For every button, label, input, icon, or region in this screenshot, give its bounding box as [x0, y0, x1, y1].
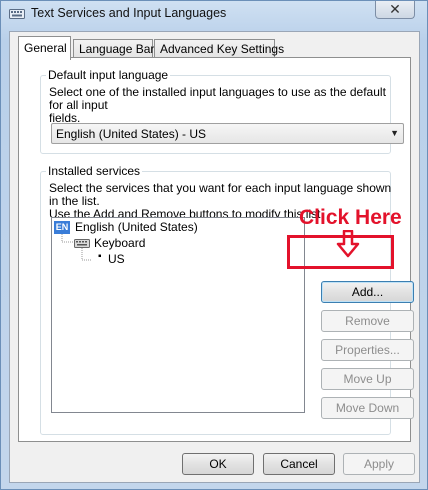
keyboard-icon	[74, 237, 90, 252]
ok-button[interactable]: OK	[182, 453, 254, 475]
services-tree[interactable]: EN English (United States) Keyboard ▪ US	[51, 217, 305, 413]
installed-services-description-line1: Select the services that you want for ea…	[49, 181, 392, 208]
apply-button[interactable]: Apply	[343, 453, 415, 475]
close-button[interactable]: ✕	[375, 1, 415, 19]
properties-button[interactable]: Properties...	[321, 339, 414, 361]
tab-general[interactable]: General	[18, 36, 71, 60]
move-up-button[interactable]: Move Up	[321, 368, 414, 390]
tab-advanced-key-settings[interactable]: Advanced Key Settings	[154, 39, 284, 59]
add-button[interactable]: Add...	[321, 281, 414, 303]
cancel-button[interactable]: Cancel	[263, 453, 335, 475]
default-input-language-group: Default input language Select one of the…	[40, 68, 404, 154]
title-bar[interactable]: Text Services and Input Languages ✕	[1, 1, 427, 27]
default-language-dropdown[interactable]: English (United States) - US ▼	[51, 123, 404, 144]
default-input-description: Select one of the installed input langua…	[49, 86, 389, 125]
window-title: Text Services and Input Languages	[31, 6, 227, 20]
tab-language-bar[interactable]: Language Bar	[73, 39, 154, 59]
bullet-icon: ▪	[98, 251, 102, 262]
chevron-down-icon: ▼	[390, 128, 399, 138]
default-language-value: English (United States) - US	[56, 127, 207, 141]
default-input-description-line1: Select one of the installed input langua…	[49, 85, 386, 112]
move-down-button[interactable]: Move Down	[321, 397, 414, 419]
dialog-window: Text Services and Input Languages ✕ Gene…	[0, 0, 428, 490]
click-here-annotation: Click Here	[299, 206, 402, 229]
tree-layout-label: US	[108, 252, 125, 266]
add-button-highlight	[287, 235, 394, 269]
close-icon: ✕	[389, 1, 401, 17]
remove-button[interactable]: Remove	[321, 310, 414, 332]
installed-services-label: Installed services	[46, 164, 143, 178]
keyboard-app-icon	[9, 6, 25, 20]
default-input-language-label: Default input language	[46, 68, 171, 82]
tree-keyboard-label: Keyboard	[94, 236, 146, 250]
